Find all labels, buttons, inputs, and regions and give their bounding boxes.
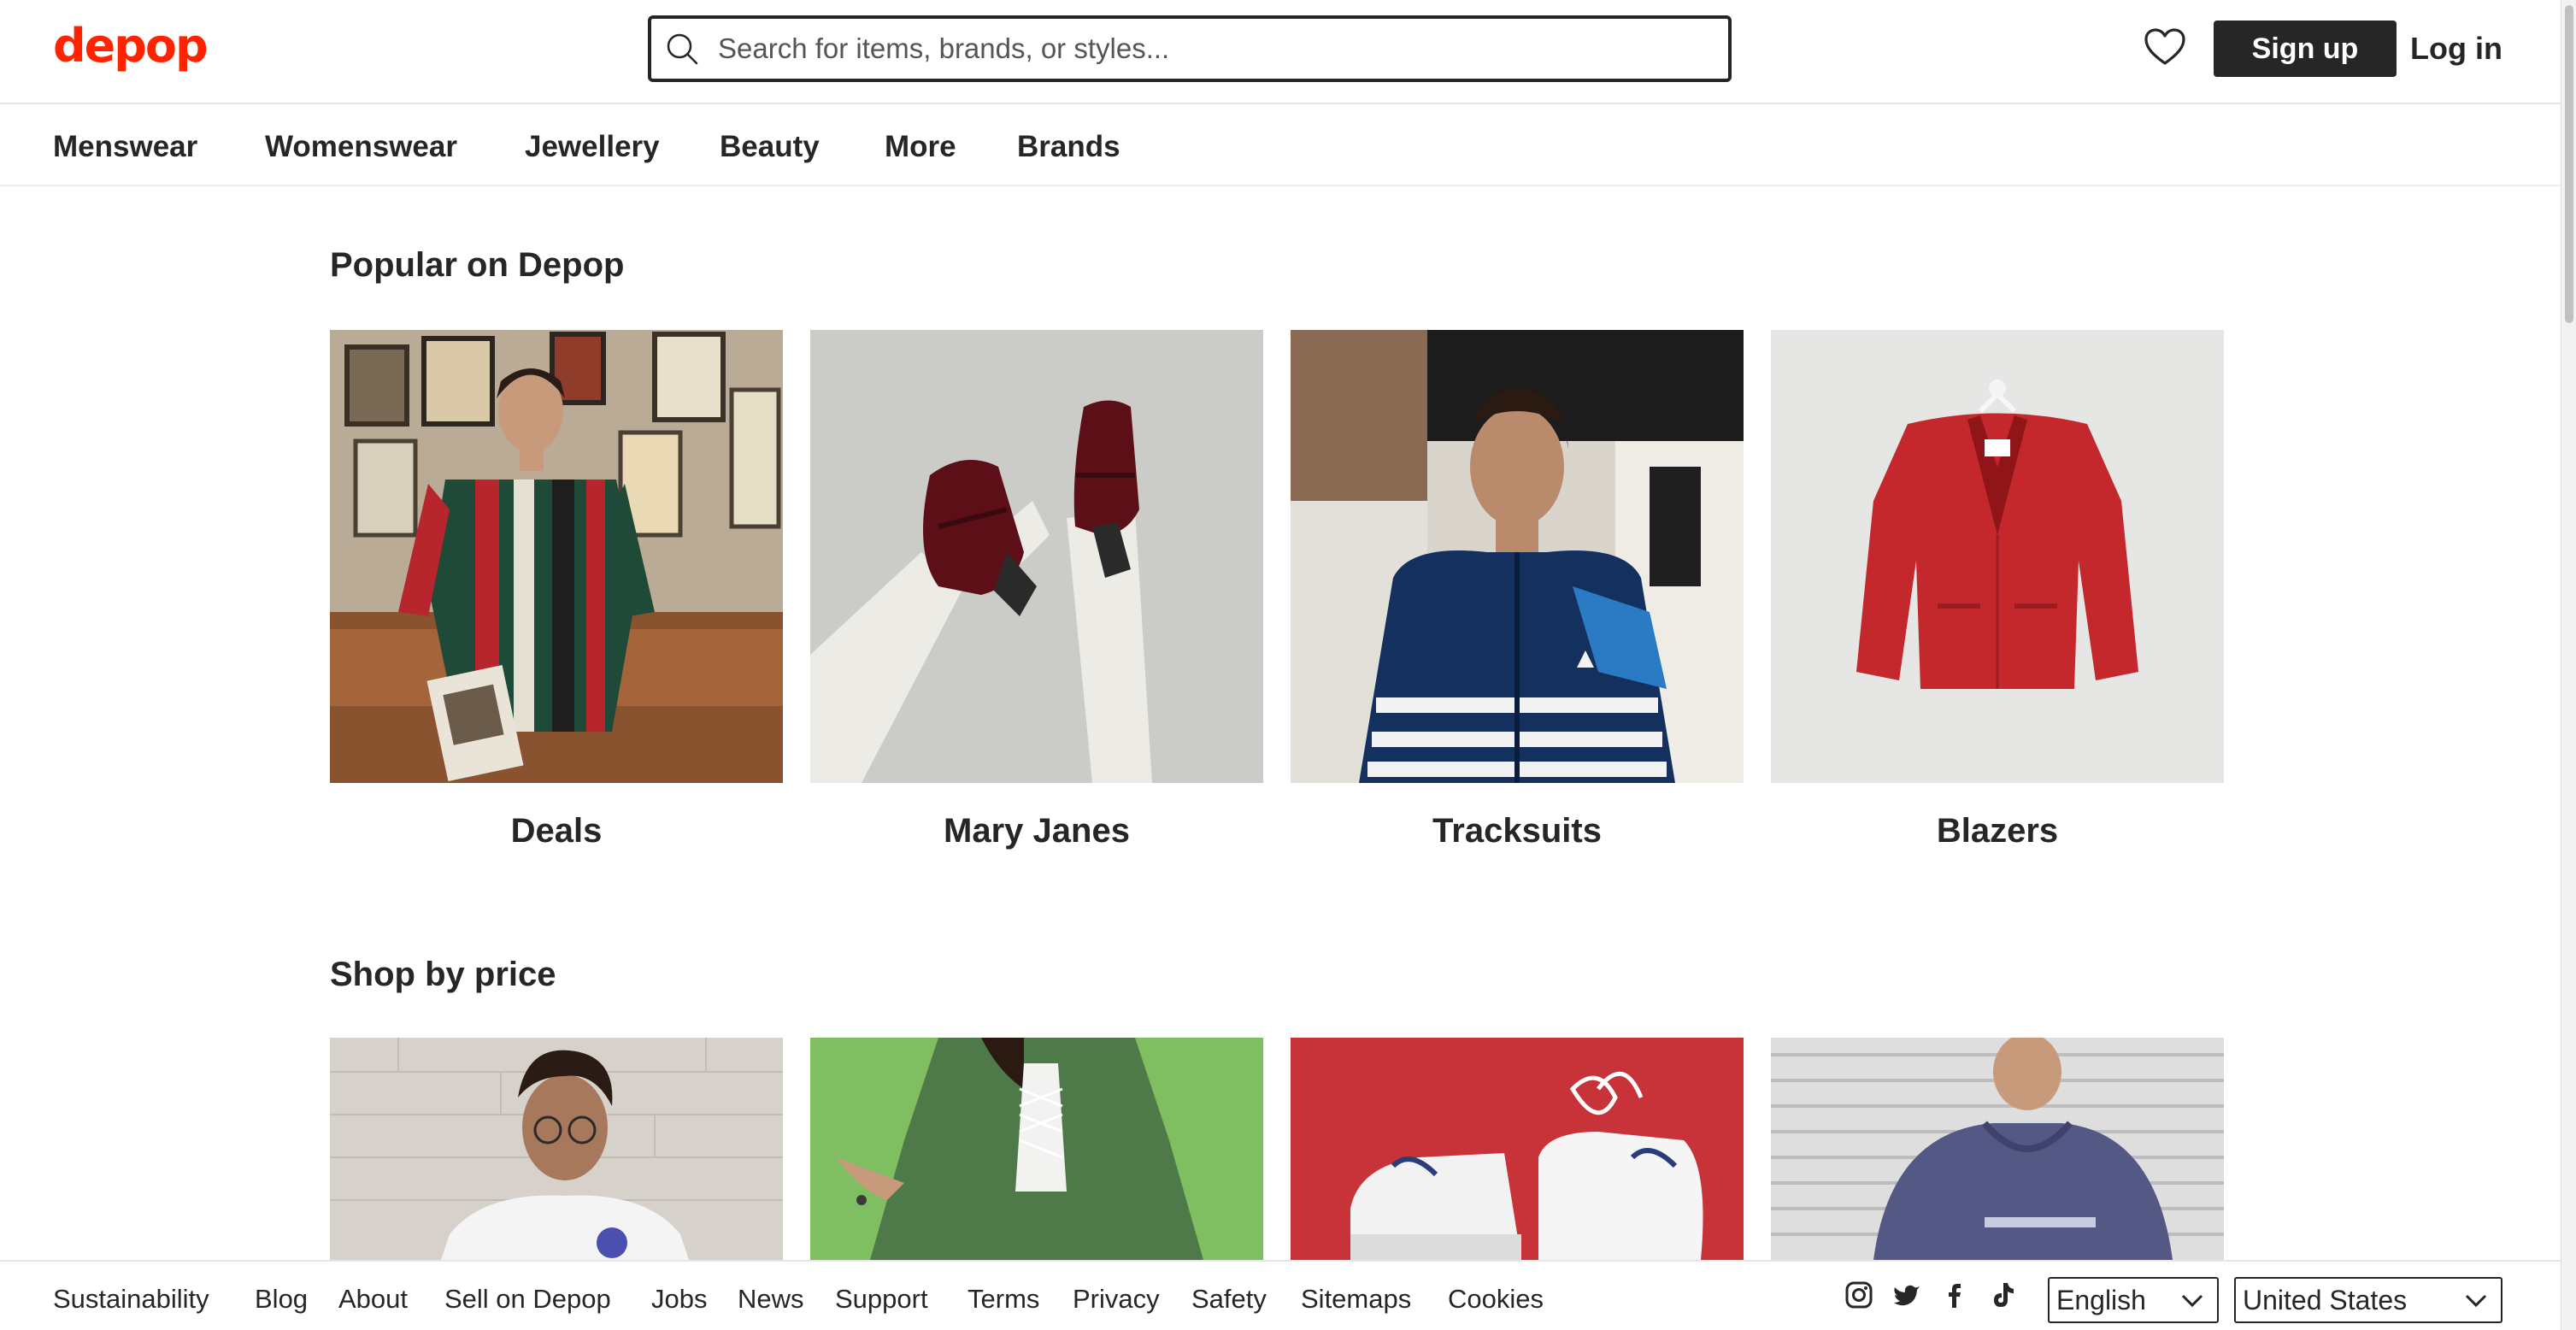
country-select[interactable]: United States — [2234, 1277, 2502, 1323]
site-footer: Sustainability Blog About Sell on Depop … — [0, 1260, 2561, 1330]
tracksuits-image — [1291, 330, 1744, 783]
twitter-icon[interactable] — [1892, 1280, 1921, 1309]
tile-tracksuits-label[interactable]: Tracksuits — [1291, 812, 1744, 850]
search-bar[interactable] — [648, 15, 1732, 82]
footer-link-jobs[interactable]: Jobs — [651, 1284, 707, 1315]
tile-deals[interactable] — [330, 330, 783, 783]
footer-link-sell[interactable]: Sell on Depop — [444, 1284, 611, 1315]
price-tile-3[interactable] — [1291, 1038, 1744, 1260]
footer-link-privacy[interactable]: Privacy — [1073, 1284, 1160, 1315]
instagram-icon[interactable] — [1844, 1280, 1873, 1309]
footer-link-terms[interactable]: Terms — [967, 1284, 1039, 1315]
blazers-image — [1771, 330, 2224, 783]
country-value: United States — [2243, 1284, 2408, 1315]
tile-mary-janes[interactable] — [810, 330, 1263, 783]
footer-link-cookies[interactable]: Cookies — [1448, 1284, 1544, 1315]
language-select[interactable]: English — [2048, 1277, 2219, 1323]
mary-janes-image — [810, 330, 1263, 783]
tile-tracksuits[interactable] — [1291, 330, 1744, 783]
nav-more[interactable]: More — [885, 130, 956, 164]
footer-link-news[interactable]: News — [738, 1284, 804, 1315]
vertical-scrollbar[interactable] — [2561, 0, 2576, 1330]
search-icon — [667, 33, 698, 65]
popular-section-title: Popular on Depop — [330, 246, 625, 284]
sign-up-button[interactable]: Sign up — [2214, 21, 2397, 77]
language-value: English — [2056, 1284, 2146, 1315]
footer-link-support[interactable]: Support — [835, 1284, 928, 1315]
depop-logo[interactable]: depop — [53, 19, 209, 73]
nav-menswear[interactable]: Menswear — [53, 130, 197, 164]
footer-link-safety[interactable]: Safety — [1191, 1284, 1267, 1315]
price-tile-3-image — [1291, 1038, 1744, 1260]
log-in-link[interactable]: Log in — [2410, 31, 2502, 67]
nav-jewellery[interactable]: Jewellery — [525, 130, 660, 164]
price-tile-4[interactable] — [1771, 1038, 2224, 1260]
facebook-icon[interactable] — [1940, 1280, 1969, 1309]
tile-blazers-label[interactable]: Blazers — [1771, 812, 2224, 850]
price-tile-4-image — [1771, 1038, 2224, 1260]
tile-blazers[interactable] — [1771, 330, 2224, 783]
site-header: depop Sign up Log in — [0, 0, 2561, 104]
nav-beauty[interactable]: Beauty — [720, 130, 820, 164]
price-tile-1-image — [330, 1038, 783, 1260]
price-tile-2[interactable] — [810, 1038, 1263, 1260]
tile-deals-label[interactable]: Deals — [330, 812, 783, 850]
price-tile-2-image — [810, 1038, 1263, 1260]
category-nav: Menswear Womenswear Jewellery Beauty Mor… — [0, 106, 2561, 186]
footer-link-sustainability[interactable]: Sustainability — [53, 1284, 209, 1315]
footer-link-sitemaps[interactable]: Sitemaps — [1301, 1284, 1411, 1315]
tiktok-icon[interactable] — [1988, 1280, 2017, 1309]
footer-link-about[interactable]: About — [338, 1284, 408, 1315]
nav-brands[interactable]: Brands — [1017, 130, 1120, 164]
price-tile-1[interactable] — [330, 1038, 783, 1260]
shop-by-price-title: Shop by price — [330, 956, 556, 993]
deals-image — [330, 330, 783, 783]
footer-link-blog[interactable]: Blog — [255, 1284, 308, 1315]
scrollbar-thumb[interactable] — [2565, 5, 2573, 323]
search-input[interactable] — [718, 32, 1658, 65]
chevron-down-icon — [2181, 1294, 2203, 1308]
nav-womenswear[interactable]: Womenswear — [265, 130, 457, 164]
chevron-down-icon — [2465, 1294, 2487, 1308]
heart-icon[interactable] — [2144, 27, 2186, 67]
tile-mary-janes-label[interactable]: Mary Janes — [810, 812, 1263, 850]
